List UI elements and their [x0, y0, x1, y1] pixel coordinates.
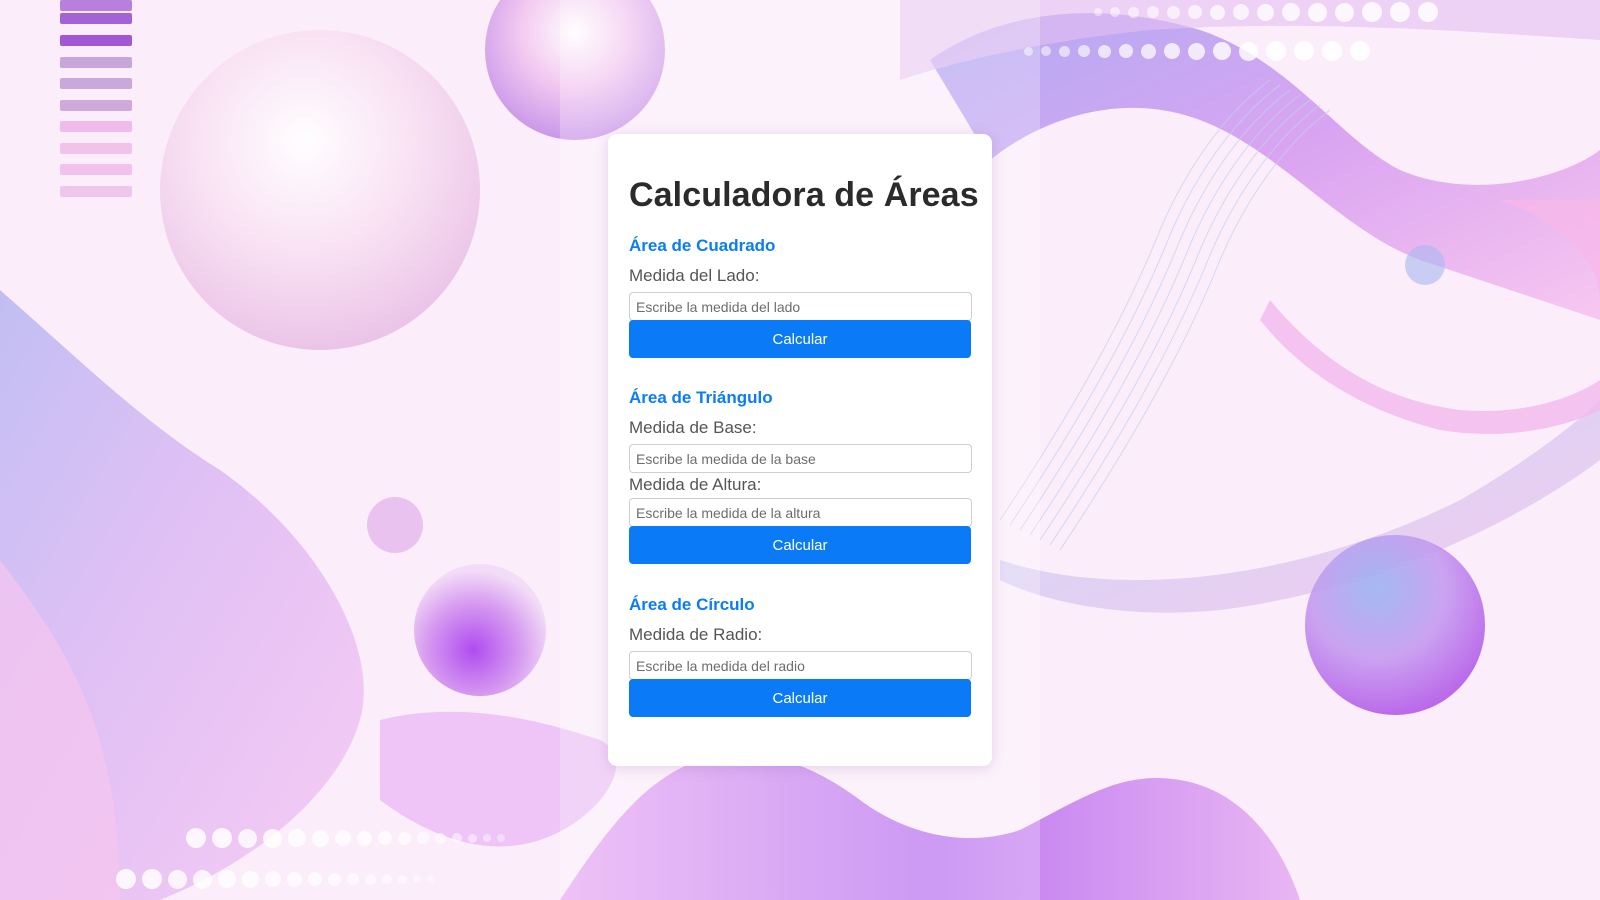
decor-stripe	[60, 78, 132, 89]
circle-section: Área de Círculo Medida de Radio: Calcula…	[629, 594, 972, 717]
decor-dots	[186, 828, 505, 848]
decor-dots	[1024, 41, 1370, 61]
decor-stripe	[60, 13, 132, 24]
base-input[interactable]	[629, 444, 972, 473]
radius-input[interactable]	[629, 651, 972, 680]
side-input[interactable]	[629, 292, 972, 321]
decor-stripe	[60, 186, 132, 197]
triangle-section: Área de Triángulo Medida de Base: Medida…	[629, 387, 972, 564]
decor-dots	[116, 869, 435, 889]
square-section-title: Área de Cuadrado	[629, 236, 776, 255]
decor-dots	[1094, 2, 1438, 22]
calculator-card: Calculadora de Áreas Área de Cuadrado Me…	[608, 134, 992, 766]
circle-section-title: Área de Círculo	[629, 595, 755, 614]
square-section: Área de Cuadrado Medida del Lado: Calcul…	[629, 235, 972, 358]
radius-label: Medida de Radio:	[629, 625, 763, 644]
square-calculate-button[interactable]: Calcular	[629, 320, 971, 358]
decor-stripe	[60, 57, 132, 68]
triangle-calculate-button[interactable]: Calcular	[629, 526, 971, 564]
side-label: Medida del Lado:	[629, 266, 760, 285]
decor-stripe	[60, 143, 132, 154]
decor-stripe	[60, 121, 132, 132]
page-title: Calculadora de Áreas	[629, 176, 979, 214]
triangle-section-title: Área de Triángulo	[629, 388, 773, 407]
decor-stripe	[60, 164, 132, 175]
decor-stripe	[60, 35, 132, 46]
decor-stripe	[60, 100, 132, 111]
height-input[interactable]	[629, 498, 972, 527]
base-label: Medida de Base:	[629, 418, 757, 437]
height-label: Medida de Altura:	[629, 475, 762, 494]
circle-calculate-button[interactable]: Calcular	[629, 679, 971, 717]
decor-stripe	[60, 0, 132, 11]
